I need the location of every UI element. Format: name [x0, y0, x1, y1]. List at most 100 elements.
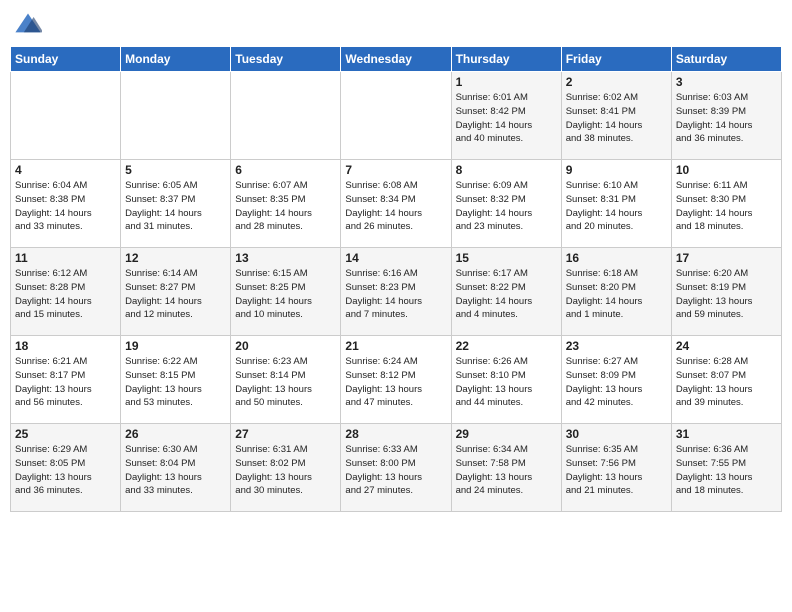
- day-number: 25: [15, 427, 116, 441]
- day-number: 6: [235, 163, 336, 177]
- day-info: Sunrise: 6:10 AM Sunset: 8:31 PM Dayligh…: [566, 179, 667, 234]
- calendar-cell: 8 Sunrise: 6:09 AM Sunset: 8:32 PM Daylig…: [451, 160, 561, 248]
- day-info: Sunrise: 6:21 AM Sunset: 8:17 PM Dayligh…: [15, 355, 116, 410]
- calendar-cell: [231, 72, 341, 160]
- day-number: 28: [345, 427, 446, 441]
- day-info: Sunrise: 6:16 AM Sunset: 8:23 PM Dayligh…: [345, 267, 446, 322]
- calendar-cell: 16 Sunrise: 6:18 AM Sunset: 8:20 PM Dayli…: [561, 248, 671, 336]
- day-info: Sunrise: 6:11 AM Sunset: 8:30 PM Dayligh…: [676, 179, 777, 234]
- day-info: Sunrise: 6:01 AM Sunset: 8:42 PM Dayligh…: [456, 91, 557, 146]
- day-info: Sunrise: 6:36 AM Sunset: 7:55 PM Dayligh…: [676, 443, 777, 498]
- day-number: 5: [125, 163, 226, 177]
- header-row: SundayMondayTuesdayWednesdayThursdayFrid…: [11, 47, 782, 72]
- calendar-cell: 13 Sunrise: 6:15 AM Sunset: 8:25 PM Dayli…: [231, 248, 341, 336]
- calendar-cell: [341, 72, 451, 160]
- day-number: 27: [235, 427, 336, 441]
- day-info: Sunrise: 6:27 AM Sunset: 8:09 PM Dayligh…: [566, 355, 667, 410]
- calendar-cell: [11, 72, 121, 160]
- day-number: 12: [125, 251, 226, 265]
- calendar-cell: 22Sunrise: 6:26 AM Sunset: 8:10 PM Dayli…: [451, 336, 561, 424]
- day-number: 23: [566, 339, 667, 353]
- day-number: 2: [566, 75, 667, 89]
- calendar-cell: 31 Sunrise: 6:36 AM Sunset: 7:55 PM Dayli…: [671, 424, 781, 512]
- day-info: Sunrise: 6:20 AM Sunset: 8:19 PM Dayligh…: [676, 267, 777, 322]
- day-header-friday: Friday: [561, 47, 671, 72]
- day-info: Sunrise: 6:14 AM Sunset: 8:27 PM Dayligh…: [125, 267, 226, 322]
- day-info: Sunrise: 6:33 AM Sunset: 8:00 PM Dayligh…: [345, 443, 446, 498]
- day-header-tuesday: Tuesday: [231, 47, 341, 72]
- day-info: Sunrise: 6:17 AM Sunset: 8:22 PM Dayligh…: [456, 267, 557, 322]
- day-info: Sunrise: 6:29 AM Sunset: 8:05 PM Dayligh…: [15, 443, 116, 498]
- day-info: Sunrise: 6:02 AM Sunset: 8:41 PM Dayligh…: [566, 91, 667, 146]
- day-header-saturday: Saturday: [671, 47, 781, 72]
- calendar-cell: 15 Sunrise: 6:17 AM Sunset: 8:22 PM Dayli…: [451, 248, 561, 336]
- day-info: Sunrise: 6:09 AM Sunset: 8:32 PM Dayligh…: [456, 179, 557, 234]
- day-number: 3: [676, 75, 777, 89]
- calendar-cell: 11Sunrise: 6:12 AM Sunset: 8:28 PM Dayli…: [11, 248, 121, 336]
- day-number: 14: [345, 251, 446, 265]
- day-number: 31: [676, 427, 777, 441]
- day-info: Sunrise: 6:31 AM Sunset: 8:02 PM Dayligh…: [235, 443, 336, 498]
- day-number: 16: [566, 251, 667, 265]
- calendar-cell: 29 Sunrise: 6:34 AM Sunset: 7:58 PM Dayli…: [451, 424, 561, 512]
- day-info: Sunrise: 6:04 AM Sunset: 8:38 PM Dayligh…: [15, 179, 116, 234]
- day-info: Sunrise: 6:28 AM Sunset: 8:07 PM Dayligh…: [676, 355, 777, 410]
- calendar-cell: 23 Sunrise: 6:27 AM Sunset: 8:09 PM Dayli…: [561, 336, 671, 424]
- calendar-cell: 4 Sunrise: 6:04 AM Sunset: 8:38 PM Daylig…: [11, 160, 121, 248]
- day-info: Sunrise: 6:12 AM Sunset: 8:28 PM Dayligh…: [15, 267, 116, 322]
- calendar-cell: 18Sunrise: 6:21 AM Sunset: 8:17 PM Dayli…: [11, 336, 121, 424]
- day-number: 17: [676, 251, 777, 265]
- day-number: 29: [456, 427, 557, 441]
- day-info: Sunrise: 6:15 AM Sunset: 8:25 PM Dayligh…: [235, 267, 336, 322]
- calendar-cell: 12 Sunrise: 6:14 AM Sunset: 8:27 PM Dayli…: [121, 248, 231, 336]
- day-info: Sunrise: 6:18 AM Sunset: 8:20 PM Dayligh…: [566, 267, 667, 322]
- day-info: Sunrise: 6:07 AM Sunset: 8:35 PM Dayligh…: [235, 179, 336, 234]
- calendar-cell: 19 Sunrise: 6:22 AM Sunset: 8:15 PM Dayli…: [121, 336, 231, 424]
- page-header: [10, 10, 782, 38]
- calendar-cell: 10 Sunrise: 6:11 AM Sunset: 8:30 PM Dayli…: [671, 160, 781, 248]
- calendar-cell: 9Sunrise: 6:10 AM Sunset: 8:31 PM Daylig…: [561, 160, 671, 248]
- day-info: Sunrise: 6:35 AM Sunset: 7:56 PM Dayligh…: [566, 443, 667, 498]
- calendar-cell: 14 Sunrise: 6:16 AM Sunset: 8:23 PM Dayli…: [341, 248, 451, 336]
- day-info: Sunrise: 6:26 AM Sunset: 8:10 PM Dayligh…: [456, 355, 557, 410]
- week-row-1: 1 Sunrise: 6:01 AM Sunset: 8:42 PM Daylig…: [11, 72, 782, 160]
- calendar-cell: 21 Sunrise: 6:24 AM Sunset: 8:12 PM Dayli…: [341, 336, 451, 424]
- day-info: Sunrise: 6:24 AM Sunset: 8:12 PM Dayligh…: [345, 355, 446, 410]
- calendar-cell: 2 Sunrise: 6:02 AM Sunset: 8:41 PM Daylig…: [561, 72, 671, 160]
- day-info: Sunrise: 6:05 AM Sunset: 8:37 PM Dayligh…: [125, 179, 226, 234]
- week-row-2: 4 Sunrise: 6:04 AM Sunset: 8:38 PM Daylig…: [11, 160, 782, 248]
- day-number: 19: [125, 339, 226, 353]
- week-row-3: 11Sunrise: 6:12 AM Sunset: 8:28 PM Dayli…: [11, 248, 782, 336]
- day-info: Sunrise: 6:08 AM Sunset: 8:34 PM Dayligh…: [345, 179, 446, 234]
- logo-icon: [14, 10, 42, 38]
- day-number: 4: [15, 163, 116, 177]
- day-info: Sunrise: 6:22 AM Sunset: 8:15 PM Dayligh…: [125, 355, 226, 410]
- calendar-cell: 6 Sunrise: 6:07 AM Sunset: 8:35 PM Daylig…: [231, 160, 341, 248]
- calendar-cell: 24Sunrise: 6:28 AM Sunset: 8:07 PM Dayli…: [671, 336, 781, 424]
- day-number: 1: [456, 75, 557, 89]
- day-number: 30: [566, 427, 667, 441]
- day-number: 26: [125, 427, 226, 441]
- day-number: 8: [456, 163, 557, 177]
- calendar-cell: 3Sunrise: 6:03 AM Sunset: 8:39 PM Daylig…: [671, 72, 781, 160]
- calendar-cell: 5 Sunrise: 6:05 AM Sunset: 8:37 PM Daylig…: [121, 160, 231, 248]
- calendar-table: SundayMondayTuesdayWednesdayThursdayFrid…: [10, 46, 782, 512]
- week-row-5: 25 Sunrise: 6:29 AM Sunset: 8:05 PM Dayli…: [11, 424, 782, 512]
- calendar-cell: 7 Sunrise: 6:08 AM Sunset: 8:34 PM Daylig…: [341, 160, 451, 248]
- day-header-monday: Monday: [121, 47, 231, 72]
- day-number: 13: [235, 251, 336, 265]
- day-number: 10: [676, 163, 777, 177]
- calendar-cell: 1 Sunrise: 6:01 AM Sunset: 8:42 PM Daylig…: [451, 72, 561, 160]
- calendar-cell: 17 Sunrise: 6:20 AM Sunset: 8:19 PM Dayli…: [671, 248, 781, 336]
- day-info: Sunrise: 6:30 AM Sunset: 8:04 PM Dayligh…: [125, 443, 226, 498]
- calendar-cell: 30 Sunrise: 6:35 AM Sunset: 7:56 PM Dayli…: [561, 424, 671, 512]
- calendar-cell: 26 Sunrise: 6:30 AM Sunset: 8:04 PM Dayli…: [121, 424, 231, 512]
- day-number: 7: [345, 163, 446, 177]
- calendar-cell: 20Sunrise: 6:23 AM Sunset: 8:14 PM Dayli…: [231, 336, 341, 424]
- day-number: 15: [456, 251, 557, 265]
- day-number: 21: [345, 339, 446, 353]
- logo: [14, 10, 46, 38]
- calendar-cell: 25 Sunrise: 6:29 AM Sunset: 8:05 PM Dayli…: [11, 424, 121, 512]
- day-header-thursday: Thursday: [451, 47, 561, 72]
- day-info: Sunrise: 6:34 AM Sunset: 7:58 PM Dayligh…: [456, 443, 557, 498]
